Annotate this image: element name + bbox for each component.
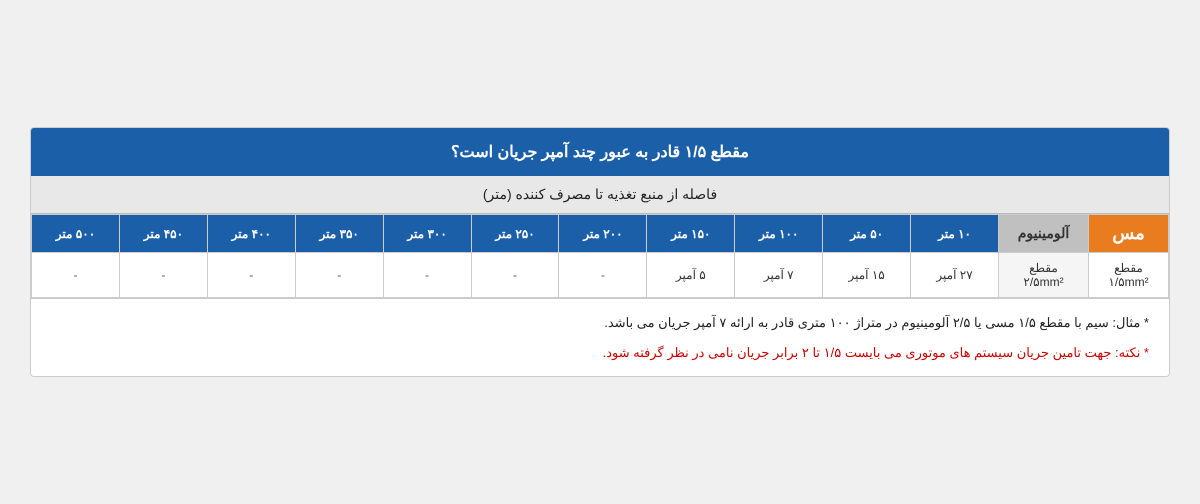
col-header-250m: ۲۵۰ متر: [471, 215, 559, 253]
col-header-450m: ۴۵۰ متر: [119, 215, 207, 253]
col-header-500m: ۵۰۰ متر: [32, 215, 120, 253]
col-header-copper: مس: [1089, 215, 1169, 253]
col-header-300m: ۳۰۰ متر: [383, 215, 471, 253]
cell-350m: -: [295, 253, 383, 298]
col-header-10m: ۱۰ متر: [911, 215, 999, 253]
col-header-350m: ۳۵۰ متر: [295, 215, 383, 253]
table-row: مقطع۱/۵mm² مقطع۲/۵mm² ۲۷ آمپر ۱۵ آمپر ۷ …: [32, 253, 1169, 298]
sub-header-title: فاصله از منبع تغذیه تا مصرف کننده (متر): [483, 186, 717, 202]
cell-250m: -: [471, 253, 559, 298]
footer-note-2: * نکته: جهت تامین جریان سیستم های موتوری…: [51, 341, 1149, 364]
col-header-200m: ۲۰۰ متر: [559, 215, 647, 253]
cell-400m: -: [207, 253, 295, 298]
footer-section: * مثال: سیم با مقطع ۱/۵ مسی یا ۲/۵ آلومی…: [31, 298, 1169, 376]
cell-500m: -: [32, 253, 120, 298]
col-header-100m: ۱۰۰ متر: [735, 215, 823, 253]
cell-50m: ۱۵ آمپر: [823, 253, 911, 298]
cell-150m: ۵ آمپر: [647, 253, 735, 298]
col-header-50m: ۵۰ متر: [823, 215, 911, 253]
data-table: مس آلومینیوم ۱۰ متر ۵۰ متر ۱۰۰ متر ۱۵۰ م…: [31, 214, 1169, 298]
col-header-aluminum: آلومینیوم: [999, 215, 1089, 253]
cell-450m: -: [119, 253, 207, 298]
main-header: مقطع ۱/۵ قادر به عبور چند آمپر جریان است…: [31, 128, 1169, 176]
footer-note-1: * مثال: سیم با مقطع ۱/۵ مسی یا ۲/۵ آلومی…: [51, 311, 1149, 334]
sub-header: فاصله از منبع تغذیه تا مصرف کننده (متر): [31, 176, 1169, 214]
main-header-title: مقطع ۱/۵ قادر به عبور چند آمپر جریان است…: [451, 144, 749, 161]
col-header-150m: ۱۵۰ متر: [647, 215, 735, 253]
cell-300m: -: [383, 253, 471, 298]
cell-copper-value: مقطع۱/۵mm²: [1089, 253, 1169, 298]
col-header-400m: ۴۰۰ متر: [207, 215, 295, 253]
cell-10m: ۲۷ آمپر: [911, 253, 999, 298]
cell-100m: ۷ آمپر: [735, 253, 823, 298]
cell-200m: -: [559, 253, 647, 298]
main-container: مقطع ۱/۵ قادر به عبور چند آمپر جریان است…: [30, 127, 1170, 377]
cell-aluminum-value: مقطع۲/۵mm²: [999, 253, 1089, 298]
